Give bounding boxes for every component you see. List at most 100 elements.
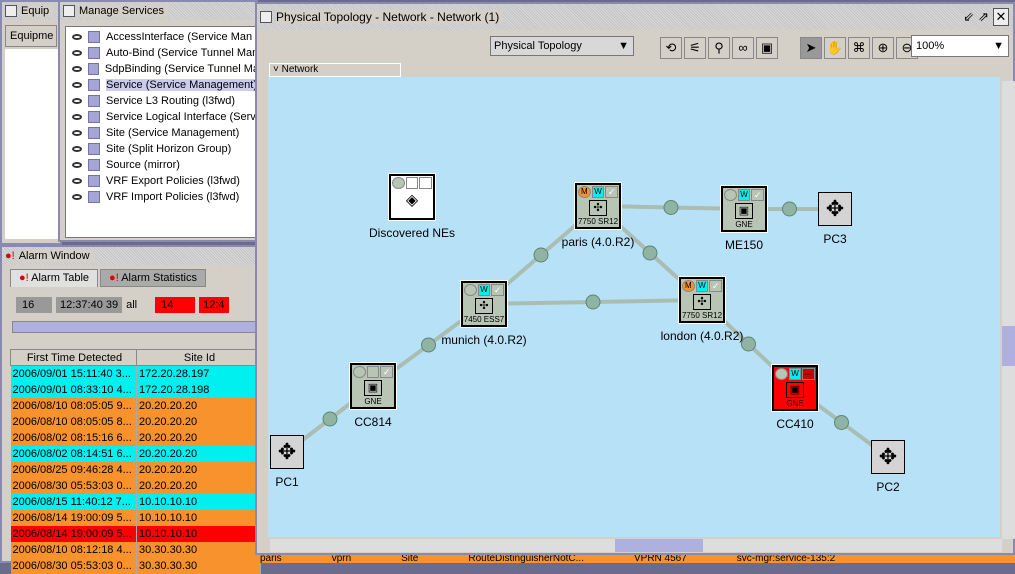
service-item[interactable]: VRF Import Policies (l3fwd) xyxy=(66,189,259,205)
ne-node-paris[interactable]: M W ✓ ✣ 7750 SR12 xyxy=(574,182,622,230)
ne-node-munich[interactable]: W ✓ ✣ 7450 ESS7 xyxy=(460,280,508,328)
table-row[interactable]: 2006/09/01 08:33:10 4... 172.20.28.198 xyxy=(10,381,261,398)
view-select[interactable]: Physical Topology ▼ xyxy=(490,36,634,56)
service-item[interactable]: VRF Export Policies (l3fwd) xyxy=(66,173,259,189)
ne-node-cc814[interactable]: ✓ ▣ GNE xyxy=(349,362,397,410)
pc-icon: ✥ xyxy=(878,444,898,469)
service-item[interactable]: Source (mirror) xyxy=(66,157,259,173)
key-icon xyxy=(72,50,82,56)
pan-hand-button[interactable]: ✋ xyxy=(824,37,846,59)
column-first-time-detected[interactable]: First Time Detected xyxy=(10,349,137,366)
pc-node-pc3[interactable]: ✥ xyxy=(818,192,852,226)
service-item[interactable]: Service (Service Management) xyxy=(66,77,259,93)
filter-button[interactable]: ⚟ xyxy=(684,37,706,59)
services-list[interactable]: AccessInterface (Service Man Auto-Bind (S… xyxy=(65,26,260,238)
ne-node-cc410[interactable]: W ⇔ ▣ GNE xyxy=(771,364,819,412)
equipment-tree[interactable] xyxy=(5,49,65,239)
table-row[interactable]: 2006/08/30 05:53:03 0... 20.20.20.20 xyxy=(10,477,261,494)
major-alarm-icon: M xyxy=(578,186,591,198)
service-item[interactable]: Auto-Bind (Service Tunnel Man xyxy=(66,45,259,61)
table-row[interactable]: 2006/08/25 09:46:28 4... 20.20.20.20 xyxy=(10,461,261,478)
key-icon xyxy=(72,82,82,88)
first-time-detected: 2006/08/30 05:53:03 0... xyxy=(10,557,137,574)
table-row[interactable]: 2006/08/30 05:53:03 0... 30.30.30.30 xyxy=(10,557,261,574)
table-row[interactable]: 2006/08/15 11:40:12 7... 10.10.10.10 xyxy=(10,493,261,510)
restore-icon[interactable]: ⇙ xyxy=(963,9,974,25)
pc-node-pc1[interactable]: ✥ xyxy=(270,435,304,469)
layout-button[interactable]: ⌘ xyxy=(848,37,870,59)
equipment-titlebar[interactable]: Equip xyxy=(2,2,60,20)
breadcrumb[interactable]: ˅ Network xyxy=(269,63,401,77)
chevron-down-icon: ▼ xyxy=(993,40,1004,52)
link-icon[interactable] xyxy=(585,294,601,310)
table-row[interactable]: 2006/08/10 08:05:05 8... 20.20.20.20 xyxy=(10,413,261,430)
bottom-row-cell: vprn xyxy=(331,555,352,563)
window-button[interactable]: ▣ xyxy=(756,37,778,59)
select-arrow-button[interactable]: ➤ xyxy=(800,37,822,59)
close-icon[interactable]: ✕ xyxy=(993,8,1009,26)
alarm-titlebar[interactable]: ●! Alarm Window xyxy=(2,247,256,265)
node-label: ME150 xyxy=(724,238,764,252)
link-icon[interactable] xyxy=(782,201,797,217)
filter-icon: ⚟ xyxy=(689,40,701,55)
ne-node-discovered[interactable]: ◈ xyxy=(388,173,436,221)
service-item[interactable]: AccessInterface (Service Man xyxy=(66,29,259,45)
alarm-table[interactable]: First Time Detected Site Id 2006/09/01 15… xyxy=(10,349,261,574)
table-row[interactable]: 2006/08/02 08:15:16 6... 20.20.20.20 xyxy=(10,429,261,446)
scroll-thumb[interactable] xyxy=(615,539,703,552)
table-row[interactable]: 2006/08/02 08:14:51 6... 20.20.20.20 xyxy=(10,445,261,462)
scroll-thumb[interactable] xyxy=(1002,326,1015,366)
zoom-in-button[interactable]: ⊕ xyxy=(872,37,894,59)
maximize-icon[interactable]: ⇗ xyxy=(978,9,989,25)
bottom-row-cell: Site xyxy=(401,555,419,563)
key-icon xyxy=(72,114,82,120)
table-row[interactable]: 2006/08/14 19:00:09 5... 10.10.10.10 xyxy=(10,509,261,526)
table-row[interactable]: 2006/08/10 08:05:05 9... 20.20.20.20 xyxy=(10,397,261,414)
table-row[interactable]: 2006/08/10 08:12:18 4... 30.30.30.30 xyxy=(10,541,261,558)
services-icon xyxy=(63,5,75,17)
link-icon[interactable] xyxy=(322,411,338,427)
link-icon[interactable] xyxy=(533,247,549,263)
horizontal-scrollbar[interactable] xyxy=(270,539,1002,552)
service-item[interactable]: Service Logical Interface (Serv xyxy=(66,109,259,125)
manage-services-titlebar[interactable]: Manage Services xyxy=(60,2,256,20)
alarm-icon: ●! xyxy=(109,272,119,284)
link-button[interactable]: ∞ xyxy=(732,37,754,59)
w-badge-icon: W xyxy=(695,280,709,292)
first-time-detected: 2006/08/02 08:15:16 6... xyxy=(10,429,137,446)
service-type-icon xyxy=(88,143,100,155)
key-icon xyxy=(72,98,82,104)
topology-canvas[interactable]: ◈ Discovered NEs M W ✓ ✣ 7750 SR12 paris (4.0.R… xyxy=(268,77,1000,537)
service-item[interactable]: SdpBinding (Service Tunnel Ma xyxy=(66,61,259,77)
tab-alarm-statistics[interactable]: ●! Alarm Statistics xyxy=(100,269,206,287)
zoom-select[interactable]: 100% ▼ xyxy=(911,35,1009,57)
topology-titlebar[interactable]: Physical Topology - Network - Network (1… xyxy=(257,4,1013,30)
vertical-scrollbar[interactable] xyxy=(1002,81,1015,539)
service-type-icon xyxy=(87,63,99,75)
site-id: 10.10.10.10 xyxy=(136,493,261,510)
equipment-tab[interactable]: Equipme xyxy=(5,25,57,47)
zoom-in-icon: ⊕ xyxy=(877,40,889,55)
link-icon[interactable] xyxy=(421,337,436,353)
router-icon: ✣ xyxy=(693,294,711,310)
first-time-detected: 2006/08/15 11:40:12 7... xyxy=(10,493,137,510)
column-site-id[interactable]: Site Id xyxy=(136,349,261,366)
ne-node-me150[interactable]: W ✓ ▣ GNE xyxy=(720,185,768,233)
refresh-button[interactable]: ⟲ xyxy=(660,37,682,59)
link-icon[interactable] xyxy=(663,200,679,215)
ne-node-london[interactable]: M W ✓ ✣ 7750 SR12 xyxy=(678,276,726,324)
service-item[interactable]: Service L3 Routing (l3fwd) xyxy=(66,93,259,109)
service-item[interactable]: Site (Service Management) xyxy=(66,125,259,141)
node-label: PC3 xyxy=(823,232,847,246)
table-row[interactable]: 2006/09/01 15:11:40 3... 172.20.28.197 xyxy=(10,365,261,382)
site-id: 10.10.10.10 xyxy=(136,509,261,526)
check-icon: ✓ xyxy=(605,186,619,198)
link-icon[interactable] xyxy=(642,245,658,261)
service-item[interactable]: Site (Split Horizon Group) xyxy=(66,141,259,157)
pc-node-pc2[interactable]: ✥ xyxy=(871,440,905,474)
tab-alarm-table[interactable]: ●! Alarm Table xyxy=(10,269,99,287)
find-binoculars-button[interactable]: ⚲ xyxy=(708,37,730,59)
alarm-horizontal-scrollbar[interactable] xyxy=(12,321,256,333)
table-row[interactable]: 2006/08/14 19:00:09 5... 10.10.10.10 xyxy=(10,525,261,542)
link-icon[interactable] xyxy=(834,415,849,430)
